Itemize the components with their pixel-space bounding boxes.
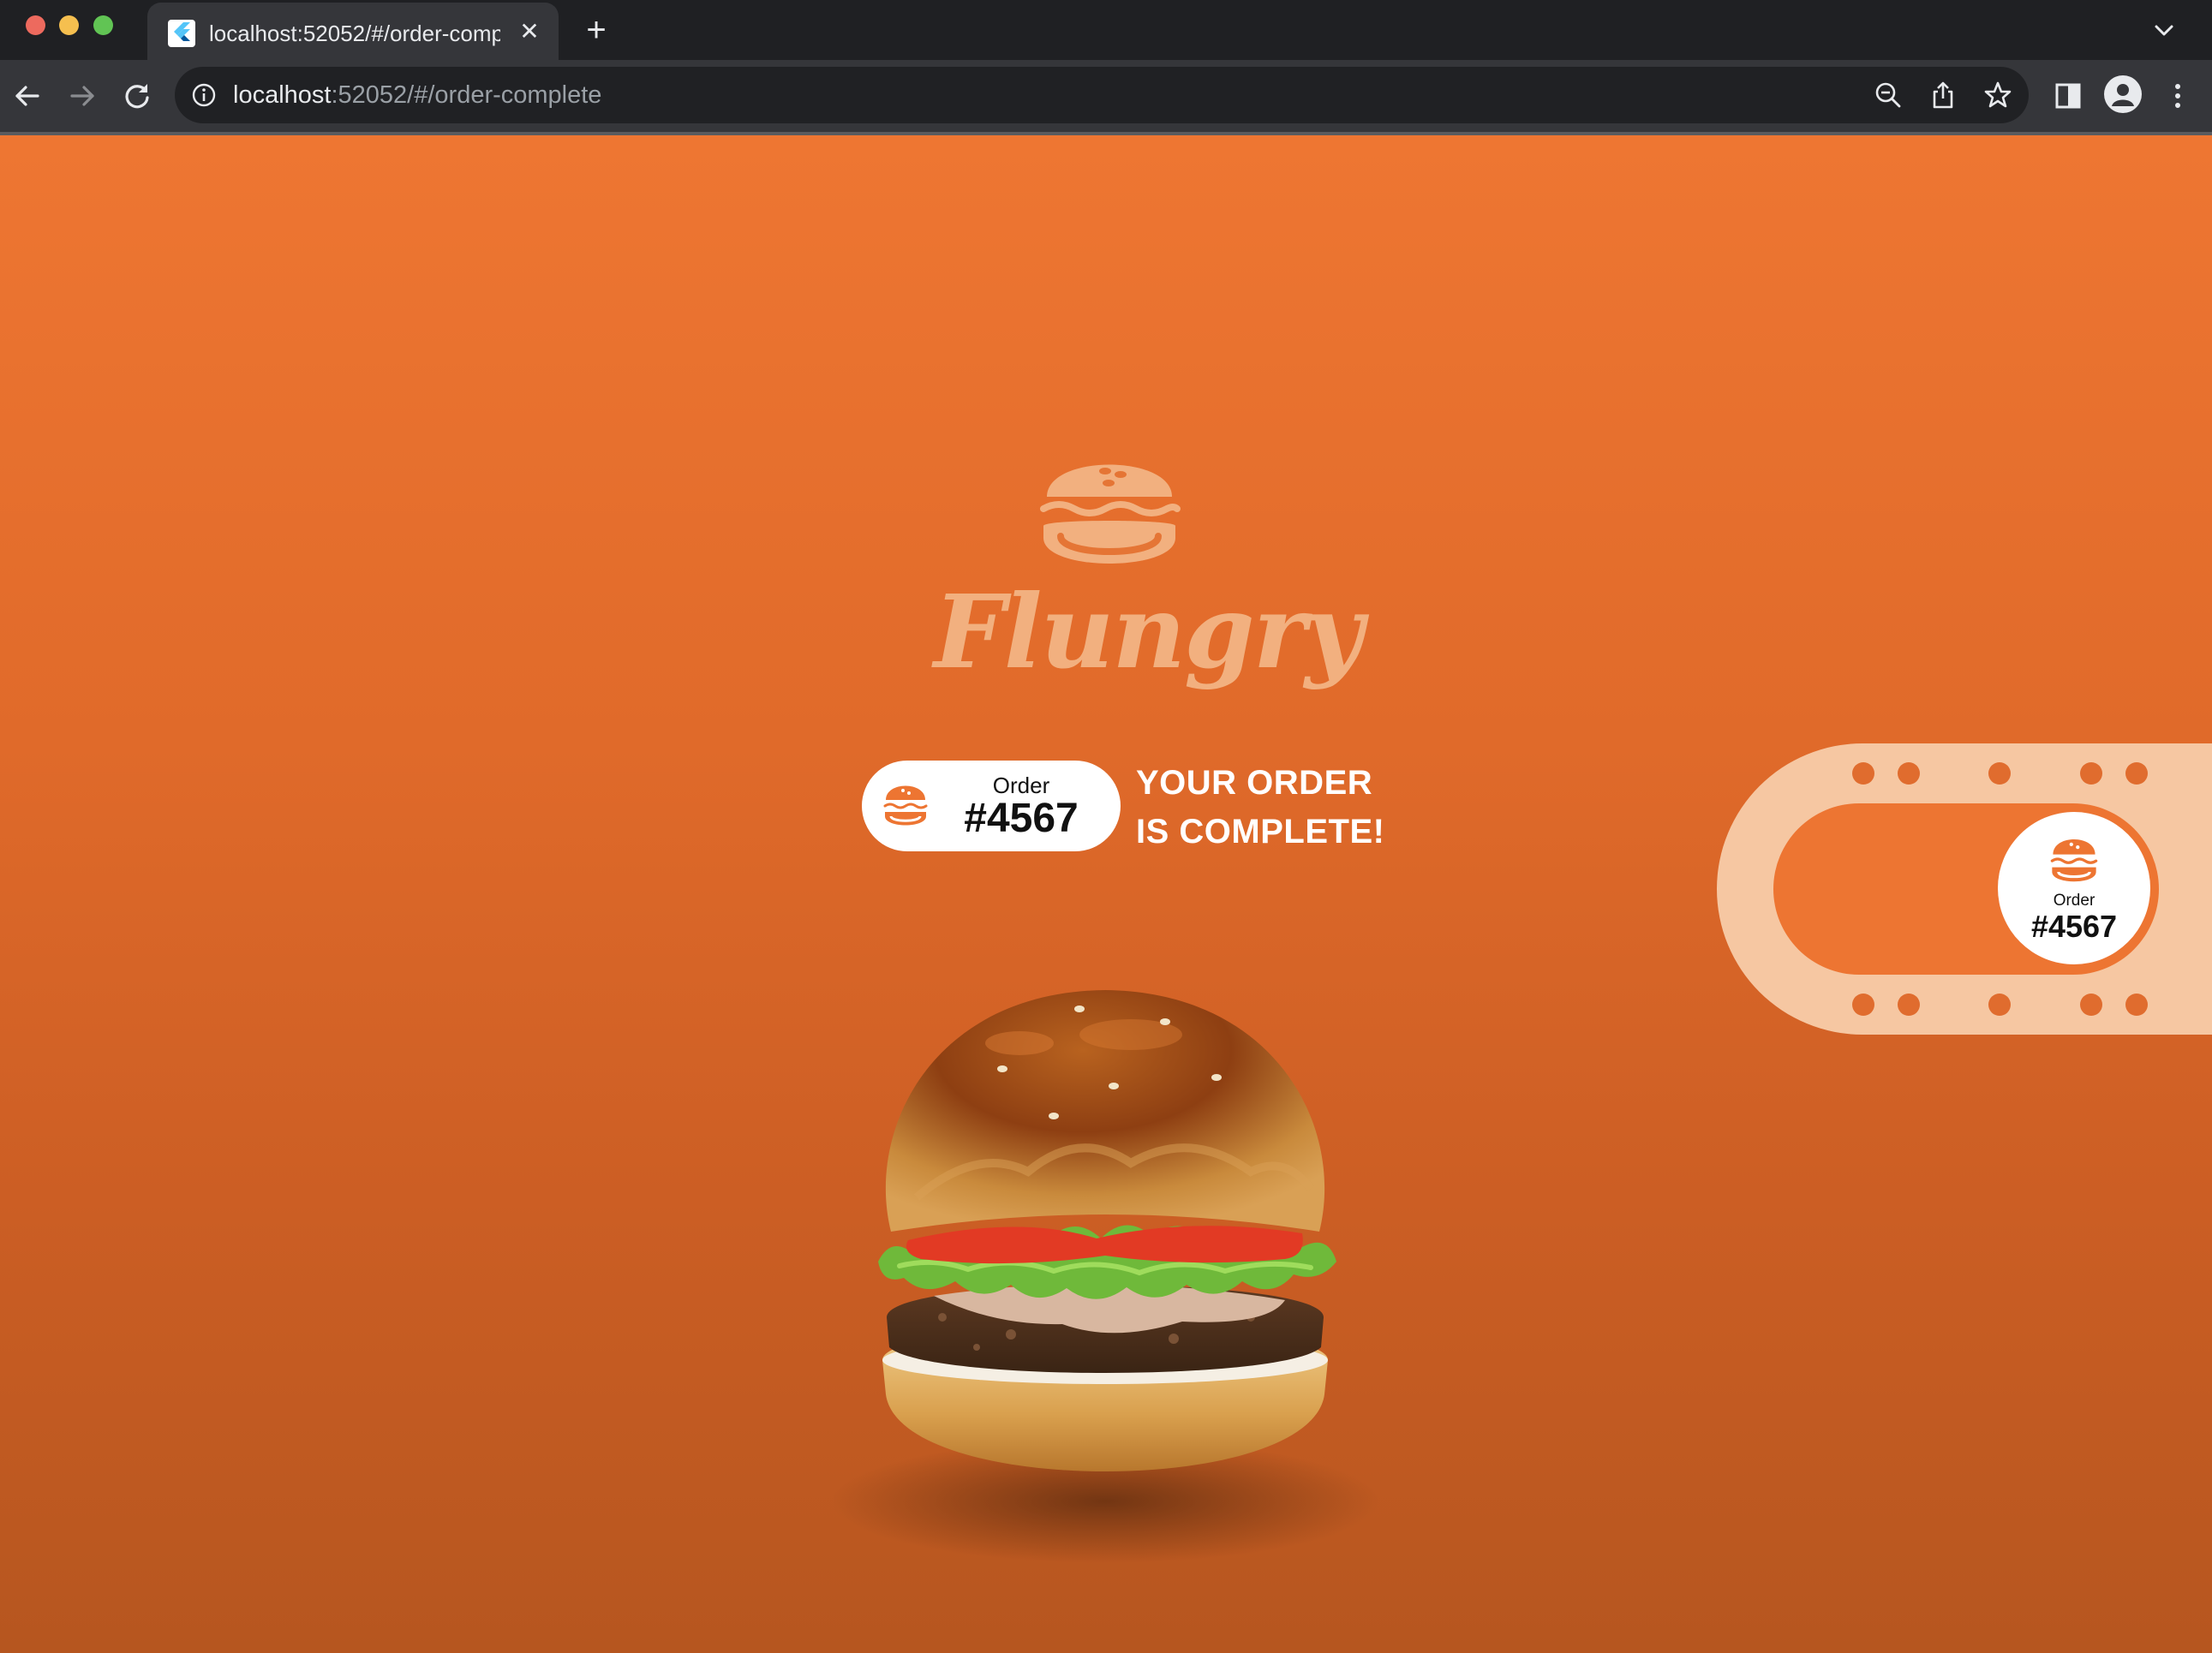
order-complete-page: Flungry Order #4567 YOUR ORDER IS COMPLE… (0, 135, 2212, 1653)
chevron-down-icon[interactable] (2147, 14, 2181, 48)
browser-toolbar: localhost:52052/#/order-complete (0, 60, 2212, 132)
tracker-dot (1852, 762, 1874, 785)
profile-icon[interactable] (2104, 75, 2142, 113)
url-text: localhost:52052/#/order-complete (233, 80, 601, 110)
address-bar[interactable]: localhost:52052/#/order-complete (175, 67, 2029, 123)
info-icon[interactable] (190, 81, 218, 109)
order-number: #4567 (964, 796, 1079, 841)
tracker-dot (2080, 762, 2102, 785)
tracker-dot (1988, 762, 2011, 785)
tracker-dot (2125, 994, 2148, 1016)
browser-tab-active[interactable]: localhost:52052/#/order-complete ✕ (147, 3, 559, 60)
maximize-window-button[interactable] (93, 15, 113, 35)
minimize-window-button[interactable] (59, 15, 79, 35)
order-number-pill: Order #4567 (862, 761, 1121, 851)
burger-icon (882, 779, 929, 829)
burger-icon (2048, 832, 2101, 886)
back-arrow-icon[interactable] (9, 77, 46, 115)
tracker-order-number: #4567 (2030, 909, 2118, 944)
tracker-dot (2125, 762, 2148, 785)
order-complete-heading-line1: YOUR ORDER (1136, 764, 1373, 802)
tracker-dot (1988, 994, 2011, 1016)
close-window-button[interactable] (26, 15, 45, 35)
flutter-favicon-icon (168, 20, 195, 47)
browser-tab-bar: localhost:52052/#/order-complete ✕ + (0, 0, 2212, 60)
tracker-dot (1898, 762, 1920, 785)
tracker-dot (1898, 994, 1920, 1016)
tracker-dot (2080, 994, 2102, 1016)
new-tab-button[interactable]: + (577, 11, 616, 51)
kebab-menu-icon[interactable] (2159, 77, 2197, 115)
burger-logo-icon (1037, 437, 1182, 578)
zoom-out-icon[interactable] (1873, 80, 1904, 110)
order-complete-heading-line2: IS COMPLETE! (1136, 813, 1385, 850)
tab-close-icon[interactable]: ✕ (512, 15, 547, 49)
url-host: localhost (233, 81, 332, 109)
tracker-dot (1852, 994, 1874, 1016)
order-tracker-badge: Order #4567 (1998, 812, 2150, 964)
url-path: :52052/#/order-complete (331, 81, 602, 109)
reload-icon[interactable] (118, 77, 156, 115)
forward-arrow-icon[interactable] (63, 77, 101, 115)
burger-image (805, 915, 1405, 1591)
tab-title: localhost:52052/#/order-complete (209, 21, 500, 46)
star-icon[interactable] (1982, 80, 2013, 110)
share-icon[interactable] (1928, 80, 1958, 110)
side-panel-icon[interactable] (2049, 77, 2087, 115)
brand-name: Flungry (934, 572, 1363, 691)
